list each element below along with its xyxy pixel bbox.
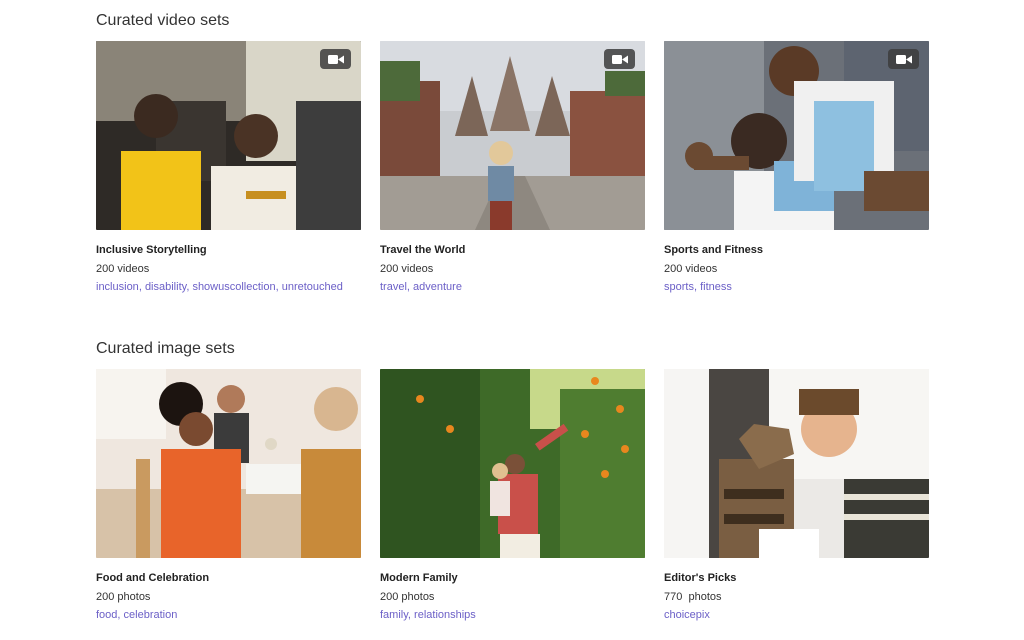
curated-video-sets-section: Curated video sets Inclusive Storytellin… — [96, 10, 929, 294]
video-camera-icon — [604, 49, 635, 69]
video-set-thumbnail[interactable] — [664, 41, 929, 230]
video-set-card[interactable]: Inclusive Storytelling 200 videos inclus… — [96, 41, 361, 294]
tag-list: choicepix — [664, 608, 929, 622]
tag-link[interactable]: travel — [380, 281, 407, 293]
section-title: Curated video sets — [96, 12, 230, 29]
tag-list: sports, fitness — [664, 281, 732, 293]
tag-link[interactable]: celebration — [124, 609, 178, 621]
boy-and-cat-image — [664, 369, 929, 558]
orange-orchard-image — [380, 369, 645, 558]
tag-link[interactable]: fitness — [700, 281, 732, 293]
tag-list: family, relationships — [380, 609, 476, 621]
card-count: 200 videos — [664, 263, 718, 275]
card-count: 200 videos — [380, 263, 434, 275]
tag-link[interactable]: choicepix — [664, 609, 710, 621]
tag-link[interactable]: food — [96, 609, 117, 621]
temple-ruins-image — [380, 41, 645, 230]
card-title[interactable]: Travel the World — [380, 243, 645, 257]
section-title: Curated image sets — [96, 340, 235, 357]
video-set-thumbnail[interactable] — [96, 41, 361, 230]
video-camera-icon — [888, 49, 919, 69]
video-set-card[interactable]: Travel the World 200 videos travel, adve… — [380, 41, 645, 294]
dinner-party-image — [96, 369, 361, 558]
sports-celebration-image — [664, 41, 929, 230]
card-count: 200 videos — [96, 263, 150, 275]
video-camera-icon — [320, 49, 351, 69]
tag-list: travel, adventure — [380, 281, 462, 293]
image-set-card[interactable]: Editor's Picks 770 photos choicepix — [664, 369, 929, 622]
car-scene-image — [96, 41, 361, 230]
video-set-thumbnail[interactable] — [380, 41, 645, 230]
card-title[interactable]: Sports and Fitness — [664, 243, 929, 257]
tag-link[interactable]: showuscollection — [192, 281, 275, 293]
tag-link[interactable]: family — [380, 609, 408, 621]
image-set-card[interactable]: Modern Family 200 photos family, relatio… — [380, 369, 645, 622]
image-set-thumbnail[interactable] — [96, 369, 361, 558]
card-count: 200 photos — [96, 591, 151, 603]
tag-link[interactable]: adventure — [413, 281, 462, 293]
tag-link[interactable]: unretouched — [282, 281, 343, 293]
video-set-card[interactable]: Sports and Fitness 200 videos sports, fi… — [664, 41, 929, 294]
tag-link[interactable]: inclusion — [96, 281, 139, 293]
image-set-thumbnail[interactable] — [380, 369, 645, 558]
tag-link[interactable]: disability — [145, 281, 186, 293]
image-set-thumbnail[interactable] — [664, 369, 929, 558]
card-title[interactable]: Modern Family — [380, 571, 645, 585]
image-set-card[interactable]: Food and Celebration 200 photos food, ce… — [96, 369, 361, 622]
tag-list: food, celebration — [96, 609, 178, 621]
card-title[interactable]: Food and Celebration — [96, 571, 361, 585]
curated-image-sets-section: Curated image sets Food and Celebration … — [96, 338, 929, 622]
card-title[interactable]: Editor's Picks — [664, 571, 929, 585]
card-title[interactable]: Inclusive Storytelling — [96, 243, 361, 257]
tag-link[interactable]: relationships — [414, 609, 476, 621]
tag-list: inclusion, disability, showuscollection,… — [96, 281, 343, 293]
tag-link[interactable]: sports — [664, 281, 694, 293]
card-count: 200 photos — [380, 591, 435, 603]
card-count: 770 photos — [664, 591, 722, 603]
